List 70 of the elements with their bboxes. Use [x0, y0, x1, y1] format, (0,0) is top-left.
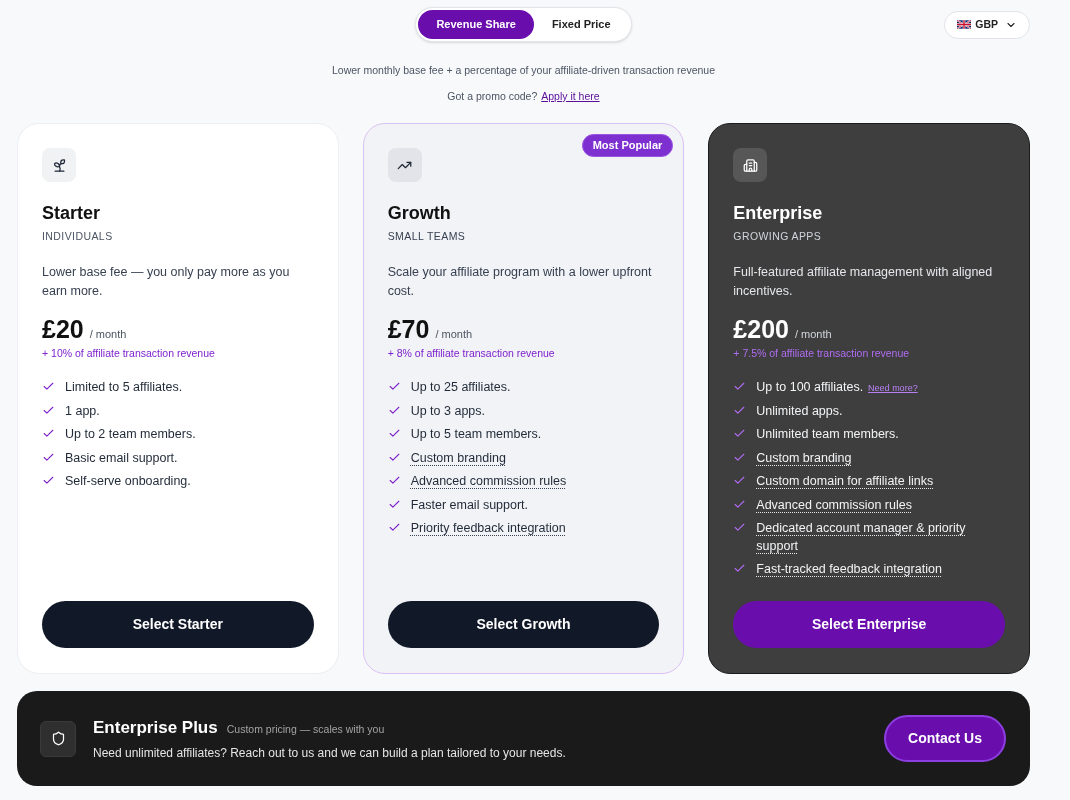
enterprise-plus-tagline: Custom pricing — scales with you	[226, 721, 385, 737]
pricing-subtitle: Lower monthly base fee + a percentage of your affiliate-driven transaction revenue	[331, 63, 716, 77]
contact-us-button[interactable]: Contact Us	[884, 715, 1006, 762]
plan-description: Full-featured affiliate management with aligned incentives.	[733, 264, 994, 300]
feature-text: Custom domain for affiliate links	[756, 473, 934, 490]
commission-text: + 7.5% of affiliate transaction revenue	[733, 346, 911, 361]
check-icon	[387, 427, 401, 440]
commission-text: + 8% of affiliate transaction revenue	[387, 346, 556, 361]
shield-icon	[40, 720, 76, 757]
pricing-mode-tab[interactable]: Fixed Price	[533, 10, 629, 39]
trending-up-icon	[387, 148, 422, 182]
check-icon	[733, 521, 747, 534]
plan-price: £70	[387, 314, 430, 344]
feature-text: Faster email support.	[410, 496, 529, 514]
check-icon	[387, 380, 401, 393]
flag-icon	[957, 20, 972, 29]
feature-text: Advanced commission rules	[410, 473, 567, 490]
feature-text: Limited to 5 affiliates.	[65, 379, 183, 396]
check-icon	[733, 474, 747, 487]
check-icon	[42, 380, 55, 393]
feature-text: Unlimited apps.	[756, 402, 843, 420]
price-period: / month	[794, 327, 832, 342]
feature-text: Priority feedback integration	[410, 520, 566, 537]
currency-select[interactable]: GBP	[944, 10, 1030, 39]
plan-price: £20	[42, 314, 84, 344]
most-popular-badge: Most Popular	[581, 134, 674, 157]
plan-name: Starter	[42, 202, 102, 225]
feature-text: Fast-tracked feedback integration	[756, 561, 942, 578]
price-period: / month	[89, 327, 127, 342]
plan-price: £200	[733, 314, 789, 344]
check-icon	[387, 474, 401, 487]
feature-text: Self-serve onboarding.	[65, 473, 191, 490]
plan-audience: GROWING APPS	[733, 230, 823, 243]
plan-audience: INDIVIDUALS	[42, 230, 114, 243]
feature-text: Up to 5 team members.	[410, 426, 542, 443]
plan-name: Enterprise	[733, 202, 824, 225]
sprout-icon	[42, 148, 76, 182]
apply-promo-link[interactable]: Apply it here	[541, 89, 600, 103]
enterprise-plus-description: Need unlimited affiliates? Reach out to us and we can build a plan tailored to your needs.	[93, 744, 566, 761]
promo-text: Got a promo code?	[447, 89, 538, 103]
select-plan-button[interactable]: Select Growth	[387, 601, 660, 648]
feature-text: Up to 3 apps.	[410, 402, 485, 420]
plan-name: Growth	[387, 202, 452, 225]
feature-text: Custom branding	[756, 449, 852, 467]
feature-text: Basic email support.	[65, 449, 178, 467]
plan-description: Lower base fee — you only pay more as you earn more.	[42, 264, 291, 300]
commission-text: + 10% of affiliate transaction revenue	[42, 346, 216, 361]
feature-text: 1 app.	[65, 402, 100, 420]
enterprise-plus-title: Enterprise Plus	[93, 716, 218, 739]
select-plan-button[interactable]: Select Starter	[42, 601, 314, 648]
building-icon	[733, 148, 768, 182]
feature-text: Up to 100 affiliates.	[756, 379, 864, 396]
check-icon	[42, 427, 55, 440]
need-more-link[interactable]: Need more?	[868, 382, 918, 396]
check-icon	[733, 562, 747, 575]
feature-text: Dedicated account manager & priority support	[756, 520, 967, 555]
pricing-mode-tab[interactable]: Revenue Share	[418, 10, 534, 39]
plan-audience: SMALL TEAMS	[387, 230, 467, 243]
feature-text: Advanced commission rules	[756, 496, 912, 514]
select-plan-button[interactable]: Select Enterprise	[733, 601, 1005, 648]
feature-text: Custom branding	[410, 449, 506, 467]
feature-text: Up to 25 affiliates.	[410, 379, 511, 396]
price-period: / month	[435, 327, 473, 342]
plan-description: Scale your affiliate program with a lower upfront cost.	[387, 264, 653, 300]
check-icon	[387, 521, 401, 534]
check-icon	[42, 474, 55, 487]
check-icon	[733, 380, 747, 393]
check-icon	[733, 427, 747, 440]
feature-text: Up to 2 team members.	[65, 426, 196, 443]
feature-text: Unlimited team members.	[756, 426, 899, 443]
